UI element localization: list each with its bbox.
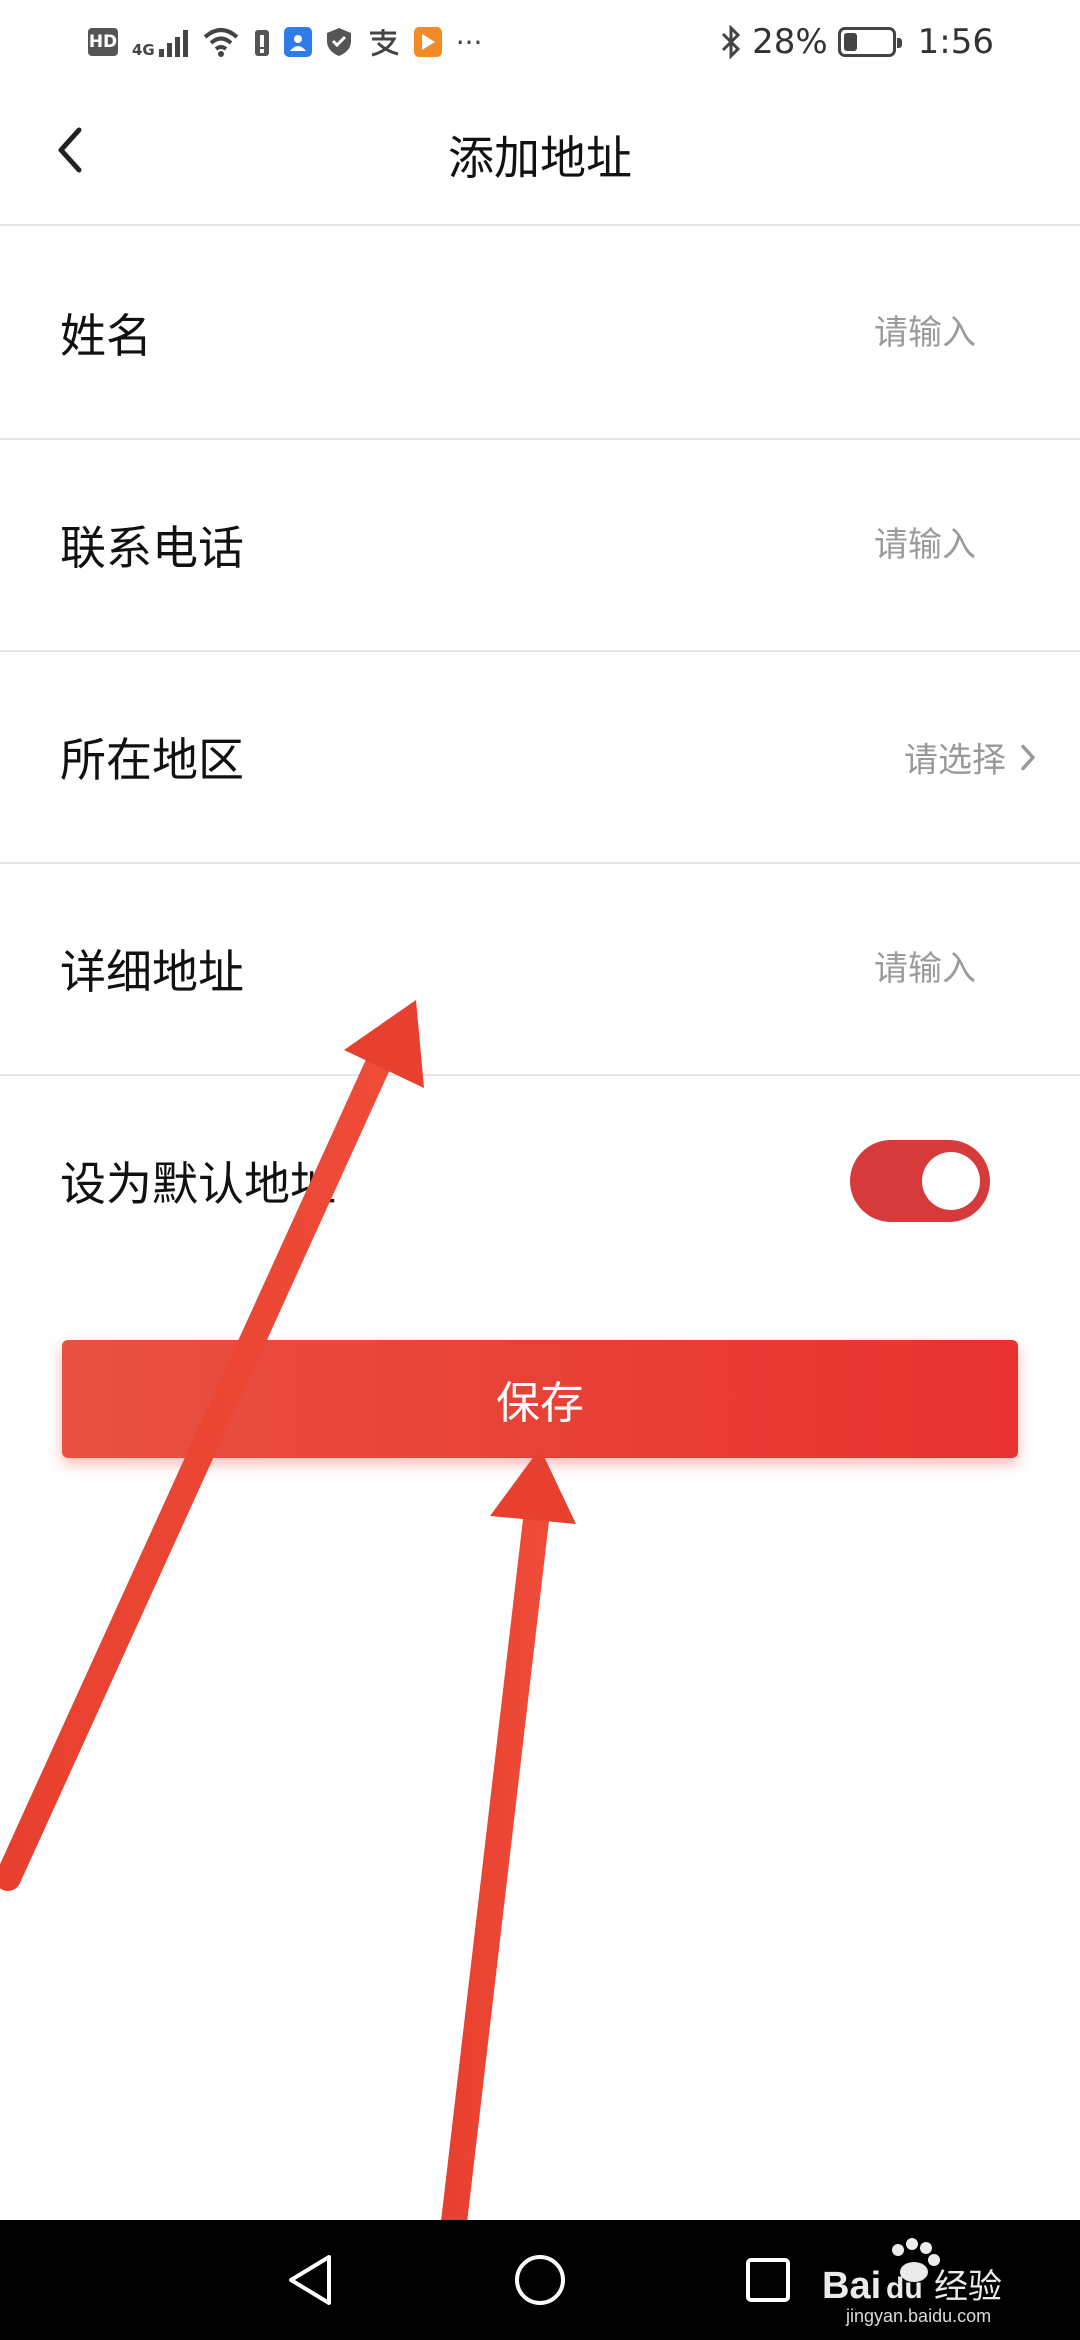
nav-back-button[interactable] (280, 2250, 340, 2310)
network-type-label: 4G (132, 41, 155, 59)
nav-home-button[interactable] (510, 2250, 570, 2310)
battery-alert-icon (254, 30, 269, 56)
status-icons-right: 28% 1:56 (720, 18, 994, 66)
default-address-label: 设为默认地址 (60, 1157, 336, 1211)
nav-recents-button[interactable] (738, 2250, 798, 2310)
shield-icon (326, 28, 351, 56)
chevron-right-icon (1021, 744, 1035, 770)
svg-text:Bai: Bai (822, 2265, 881, 2307)
cellular-signal-icon: 4G (132, 27, 188, 59)
wifi-icon (203, 28, 239, 57)
address-label: 详细地址 (60, 945, 244, 999)
default-address-toggle[interactable] (850, 1140, 990, 1222)
header: 添加地址 (0, 84, 1080, 226)
phone-input[interactable] (576, 525, 976, 565)
hd-icon: HD (88, 28, 118, 56)
region-row[interactable]: 所在地区 请选择 (0, 652, 1080, 864)
contacts-app-icon (283, 27, 312, 57)
page-title: 添加地址 (448, 131, 632, 185)
baidu-jingyan-watermark: Bai du 经验 jingyan.baidu.com (822, 2238, 1002, 2326)
more-notifications-icon: ··· (455, 25, 483, 59)
name-label: 姓名 (60, 309, 152, 363)
square-recents-icon (746, 2258, 790, 2302)
region-placeholder: 请选择 (904, 740, 1006, 781)
battery-percent: 28% (752, 22, 828, 62)
address-input[interactable] (576, 949, 976, 989)
clock: 1:56 (917, 22, 994, 62)
name-input[interactable] (576, 313, 976, 353)
save-button[interactable]: 保存 (62, 1340, 1018, 1458)
address-row: 详细地址 (0, 864, 1080, 1076)
status-icons-left: HD 4G ··· (88, 18, 482, 66)
bluetooth-icon (722, 25, 741, 59)
phone-row: 联系电话 (0, 440, 1080, 652)
alipay-icon (369, 29, 399, 57)
default-address-row: 设为默认地址 (0, 1074, 1080, 1288)
phone-label: 联系电话 (60, 521, 244, 575)
svg-text:经验: 经验 (934, 2267, 1002, 2307)
region-select[interactable]: 请选择 (904, 733, 1036, 782)
battery-level (843, 33, 857, 51)
arrow-to-save (441, 1448, 576, 2235)
toggle-knob (922, 1152, 980, 1210)
region-label: 所在地区 (60, 733, 244, 787)
triangle-back-icon (289, 2255, 331, 2305)
name-row: 姓名 (0, 228, 1080, 440)
battery-icon (837, 27, 902, 57)
status-bar: HD 4G ··· 28% 1:56 (0, 0, 1080, 84)
video-app-icon (413, 27, 442, 57)
svg-text:du: du (886, 2272, 923, 2305)
circle-home-icon (515, 2255, 565, 2305)
svg-text:jingyan.baidu.com: jingyan.baidu.com (845, 2306, 991, 2326)
